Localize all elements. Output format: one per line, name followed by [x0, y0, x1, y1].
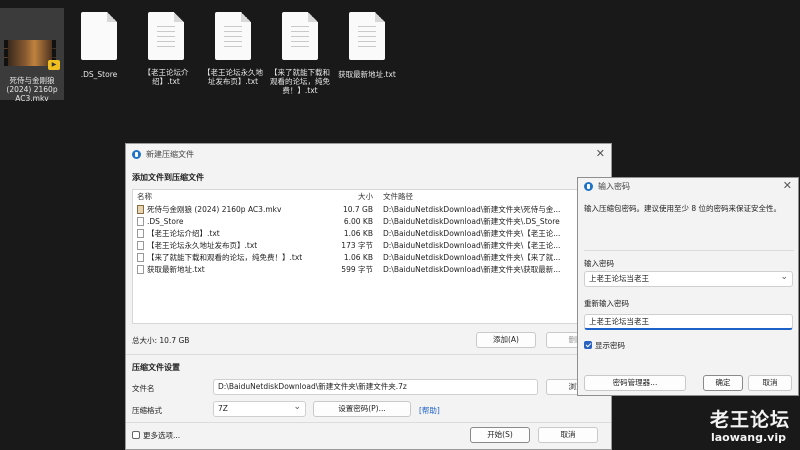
- confirm-password-label: 重新输入密码: [584, 299, 629, 308]
- add-files-section-title: 添加文件到压缩文件: [132, 173, 204, 182]
- close-icon[interactable]: ✕: [596, 147, 605, 160]
- text-document-icon: [215, 12, 251, 60]
- video-file-icon: [137, 204, 144, 214]
- close-icon[interactable]: ✕: [783, 179, 792, 192]
- section-divider: [126, 354, 611, 355]
- row-path: D:\BaiduNetdiskDownload\新建文件夹\【老王论...: [383, 228, 561, 238]
- file-item[interactable]: 获取最新地址.txt: [335, 8, 399, 100]
- column-header-name[interactable]: 名称: [133, 191, 319, 202]
- show-password-checkbox[interactable]: [584, 341, 592, 349]
- password-dialog: 输入密码 ✕ 输入压缩包密码。建议使用至少 8 位的密码来保证安全性。 输入密码…: [577, 177, 799, 396]
- set-password-button[interactable]: 设置密码(P)...: [313, 401, 411, 417]
- file-item-video[interactable]: ▶ 死侍与金刚狼 (2024) 2160p AC3.mkv: [0, 8, 64, 103]
- password-dialog-title: 输入密码: [598, 182, 630, 191]
- row-path: D:\BaiduNetdiskDownload\新建文件夹\获取最新...: [383, 264, 561, 274]
- column-header-size[interactable]: 大小: [319, 191, 379, 202]
- password-input[interactable]: 上老王论坛当老王: [584, 271, 793, 287]
- file-name: .DS_Store: [80, 70, 118, 79]
- cancel-button[interactable]: 取消: [748, 375, 792, 391]
- password-label: 输入密码: [584, 259, 614, 268]
- add-button[interactable]: 添加(A): [476, 332, 536, 348]
- row-path: D:\BaiduNetdiskDownload\新建文件夹\.DS_Store: [383, 216, 560, 226]
- settings-section-title: 压缩文件设置: [132, 363, 180, 372]
- table-row[interactable]: 死侍与金刚狼 (2024) 2160p AC3.mkv 10.7 GB D:\B…: [133, 203, 601, 215]
- text-file-icon: [137, 240, 144, 250]
- section-divider: [584, 250, 794, 251]
- row-path: D:\BaiduNetdiskDownload\新建文件夹\死侍与金...: [383, 204, 561, 214]
- ok-button[interactable]: 确定: [703, 375, 743, 391]
- total-size: 总大小: 10.7 GB: [132, 336, 190, 345]
- password-description: 输入压缩包密码。建议使用至少 8 位的密码来保证安全性。: [584, 204, 782, 213]
- file-name: 【老王论坛永久地址发布页】.txt: [203, 68, 263, 86]
- row-name: 获取最新地址.txt: [147, 264, 205, 274]
- text-file-icon: [137, 264, 144, 274]
- table-row[interactable]: 【老王论坛永久地址发布页】.txt 173 字节 D:\BaiduNetdisk…: [133, 239, 601, 251]
- text-document-icon: [349, 12, 385, 60]
- footer-divider: [126, 422, 611, 423]
- show-password-label[interactable]: 显示密码: [595, 340, 625, 351]
- file-list-header: 名称 大小 文件路径: [133, 190, 601, 203]
- watermark-title: 老王论坛: [709, 409, 790, 431]
- file-name: 【来了就能下载和观看的论坛，纯免费！】.txt: [270, 68, 330, 95]
- format-label: 压缩格式: [132, 406, 162, 415]
- text-document-icon: [282, 12, 318, 60]
- watermark-url: laowang.vip: [710, 431, 786, 444]
- explorer-file-grid: ▶ 死侍与金刚狼 (2024) 2160p AC3.mkv .DS_Store …: [0, 8, 800, 103]
- text-file-icon: [137, 228, 144, 238]
- row-path: D:\BaiduNetdiskDownload\新建文件夹\【来了就...: [383, 252, 561, 262]
- dialog-titlebar: 新建压缩文件 ✕: [126, 144, 611, 164]
- format-select[interactable]: 7Z: [213, 401, 306, 417]
- file-name: 获取最新地址.txt: [338, 70, 396, 79]
- row-name: 死侍与金刚狼 (2024) 2160p AC3.mkv: [147, 204, 282, 214]
- dialog-title: 新建压缩文件: [146, 149, 194, 159]
- more-options-label[interactable]: 更多选项...: [143, 430, 180, 441]
- row-size: 173 字节: [341, 240, 373, 250]
- password-manager-button[interactable]: 密码管理器...: [584, 375, 686, 391]
- filename-label: 文件名: [132, 384, 155, 393]
- help-link[interactable]: [帮助]: [419, 405, 440, 416]
- row-name: 【老王论坛介绍】.txt: [147, 228, 220, 238]
- table-row[interactable]: 【老王论坛介绍】.txt 1.06 KB D:\BaiduNetdiskDown…: [133, 227, 601, 239]
- row-path: D:\BaiduNetdiskDownload\新建文件夹\【老王论...: [383, 240, 561, 250]
- table-row[interactable]: 获取最新地址.txt 599 字节 D:\BaiduNetdiskDownloa…: [133, 263, 601, 275]
- app-icon: [132, 149, 141, 159]
- more-options-checkbox[interactable]: [132, 431, 140, 439]
- file-item[interactable]: 【老王论坛介绍】.txt: [134, 8, 198, 100]
- file-list[interactable]: 名称 大小 文件路径 死侍与金刚狼 (2024) 2160p AC3.mkv 1…: [132, 189, 602, 324]
- row-size: 599 字节: [341, 264, 373, 274]
- app-icon: [584, 182, 593, 191]
- text-document-icon: [148, 12, 184, 60]
- row-size: 6.00 KB: [343, 216, 373, 226]
- filename-input[interactable]: D:\BaiduNetdiskDownload\新建文件夹\新建文件夹.7z: [213, 379, 538, 395]
- document-icon: [81, 12, 117, 60]
- text-file-icon: [137, 252, 144, 262]
- file-name: 【老王论坛介绍】.txt: [143, 68, 189, 86]
- row-size: 1.06 KB: [343, 252, 373, 262]
- row-name: 【老王论坛永久地址发布页】.txt: [147, 240, 258, 250]
- row-name: .DS_Store: [147, 216, 184, 226]
- column-header-path[interactable]: 文件路径: [379, 191, 601, 202]
- video-badge-icon: ▶: [48, 60, 60, 70]
- file-item[interactable]: 【老王论坛永久地址发布页】.txt: [201, 8, 265, 100]
- table-row[interactable]: 【来了就能下载和观看的论坛，纯免费！】.txt 1.06 KB D:\Baidu…: [133, 251, 601, 263]
- password-dialog-titlebar: 输入密码 ✕: [578, 178, 798, 195]
- new-archive-dialog: 新建压缩文件 ✕ 添加文件到压缩文件 名称 大小 文件路径 死侍与金刚狼 (20…: [125, 143, 612, 450]
- file-item[interactable]: 【来了就能下载和观看的论坛，纯免费！】.txt: [268, 8, 332, 100]
- row-size: 1.06 KB: [343, 228, 373, 238]
- row-name: 【来了就能下载和观看的论坛，纯免费！】.txt: [147, 252, 303, 262]
- confirm-password-input[interactable]: 上老王论坛当老王: [584, 314, 793, 330]
- row-size: 10.7 GB: [342, 204, 373, 214]
- file-icon: [137, 216, 144, 226]
- start-button[interactable]: 开始(S): [470, 427, 530, 443]
- table-row[interactable]: .DS_Store 6.00 KB D:\BaiduNetdiskDownloa…: [133, 215, 601, 227]
- cancel-button[interactable]: 取消: [538, 427, 598, 443]
- file-item[interactable]: .DS_Store: [67, 8, 131, 100]
- file-name: 死侍与金刚狼 (2024) 2160p AC3.mkv: [6, 76, 58, 103]
